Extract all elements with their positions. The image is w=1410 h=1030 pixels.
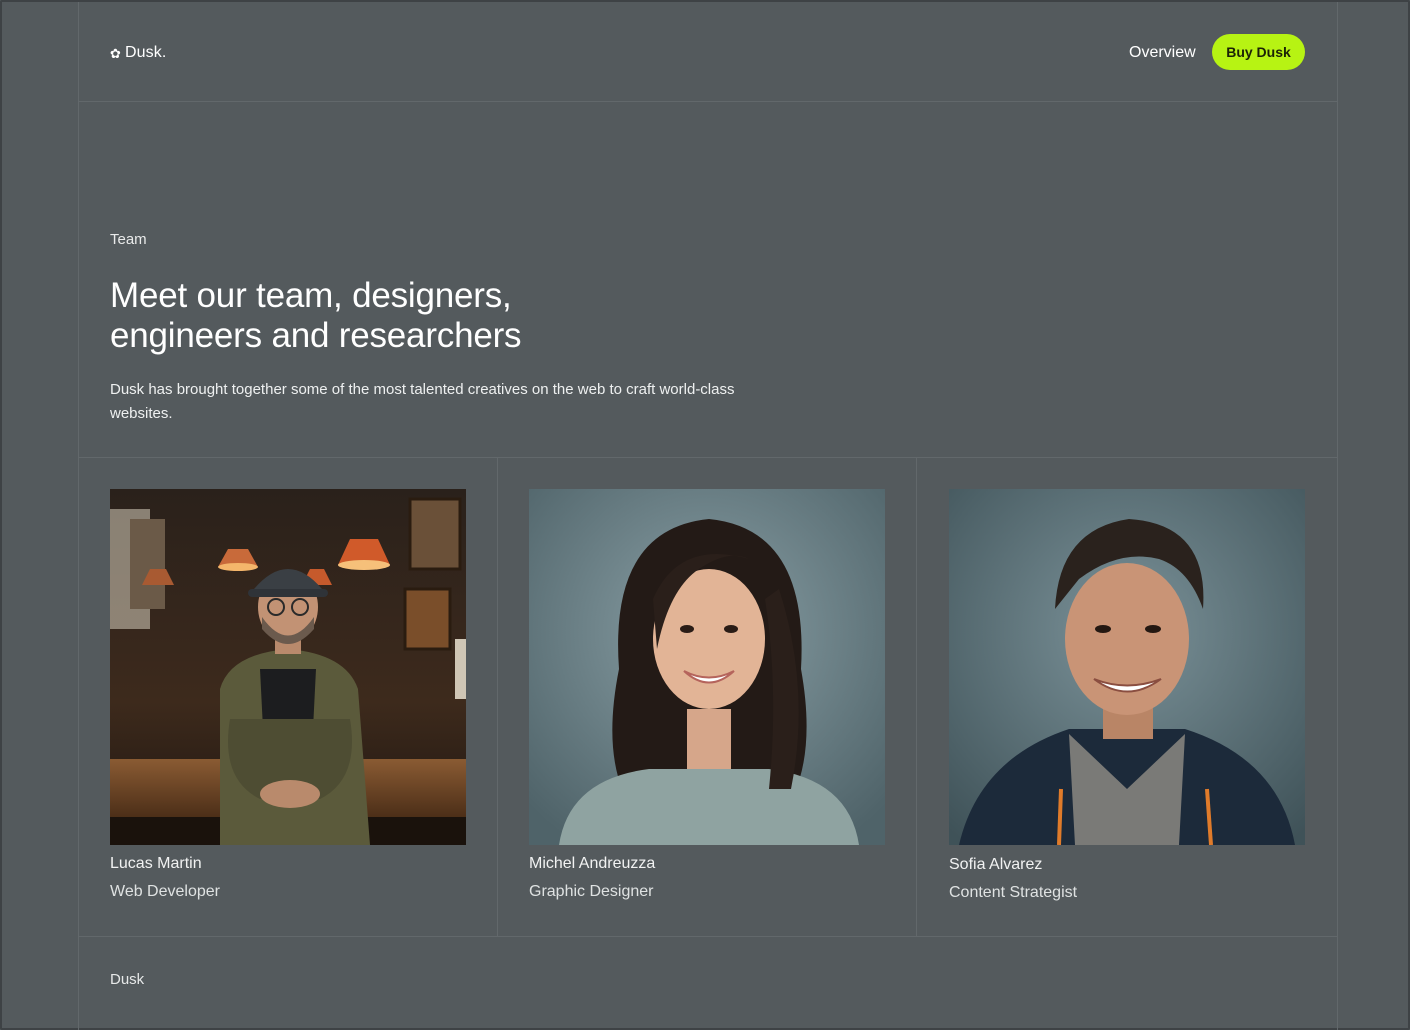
team-member-photo <box>949 489 1305 845</box>
team-member-role: Web Developer <box>110 883 220 900</box>
brand-logo-link[interactable]: ✿ Dusk. <box>110 42 166 64</box>
team-member-name: Michel Andreuzza <box>529 855 656 872</box>
footer-brand: Dusk <box>110 971 145 988</box>
team-column-divider <box>916 457 917 936</box>
page-title-line-1: Meet our team, designers, <box>110 276 512 315</box>
section-eyebrow: Team <box>110 231 147 248</box>
team-divider <box>78 936 1338 937</box>
intro-paragraph: Dusk has brought together some of the mo… <box>110 381 735 422</box>
team-member-photo <box>529 489 885 845</box>
team-member-role: Content Strategist <box>949 884 1078 901</box>
buy-dusk-button[interactable]: Buy Dusk <box>1212 34 1305 70</box>
team-member-role: Graphic Designer <box>529 883 654 900</box>
team-member-name: Lucas Martin <box>110 855 202 872</box>
team-member-name: Sofia Alvarez <box>949 856 1043 873</box>
team-column-divider <box>497 457 498 936</box>
hero-divider <box>78 457 1338 458</box>
page-title: Meet our team, designers, engineers and … <box>110 276 630 356</box>
brand-name: Dusk. <box>125 44 167 61</box>
flower-icon: ✿ <box>110 45 121 61</box>
header-divider <box>78 101 1338 102</box>
team-member-photo <box>110 489 466 845</box>
page-title-line-2: engineers and researchers <box>110 316 522 355</box>
nav-overview-link[interactable]: Overview <box>1129 42 1196 64</box>
